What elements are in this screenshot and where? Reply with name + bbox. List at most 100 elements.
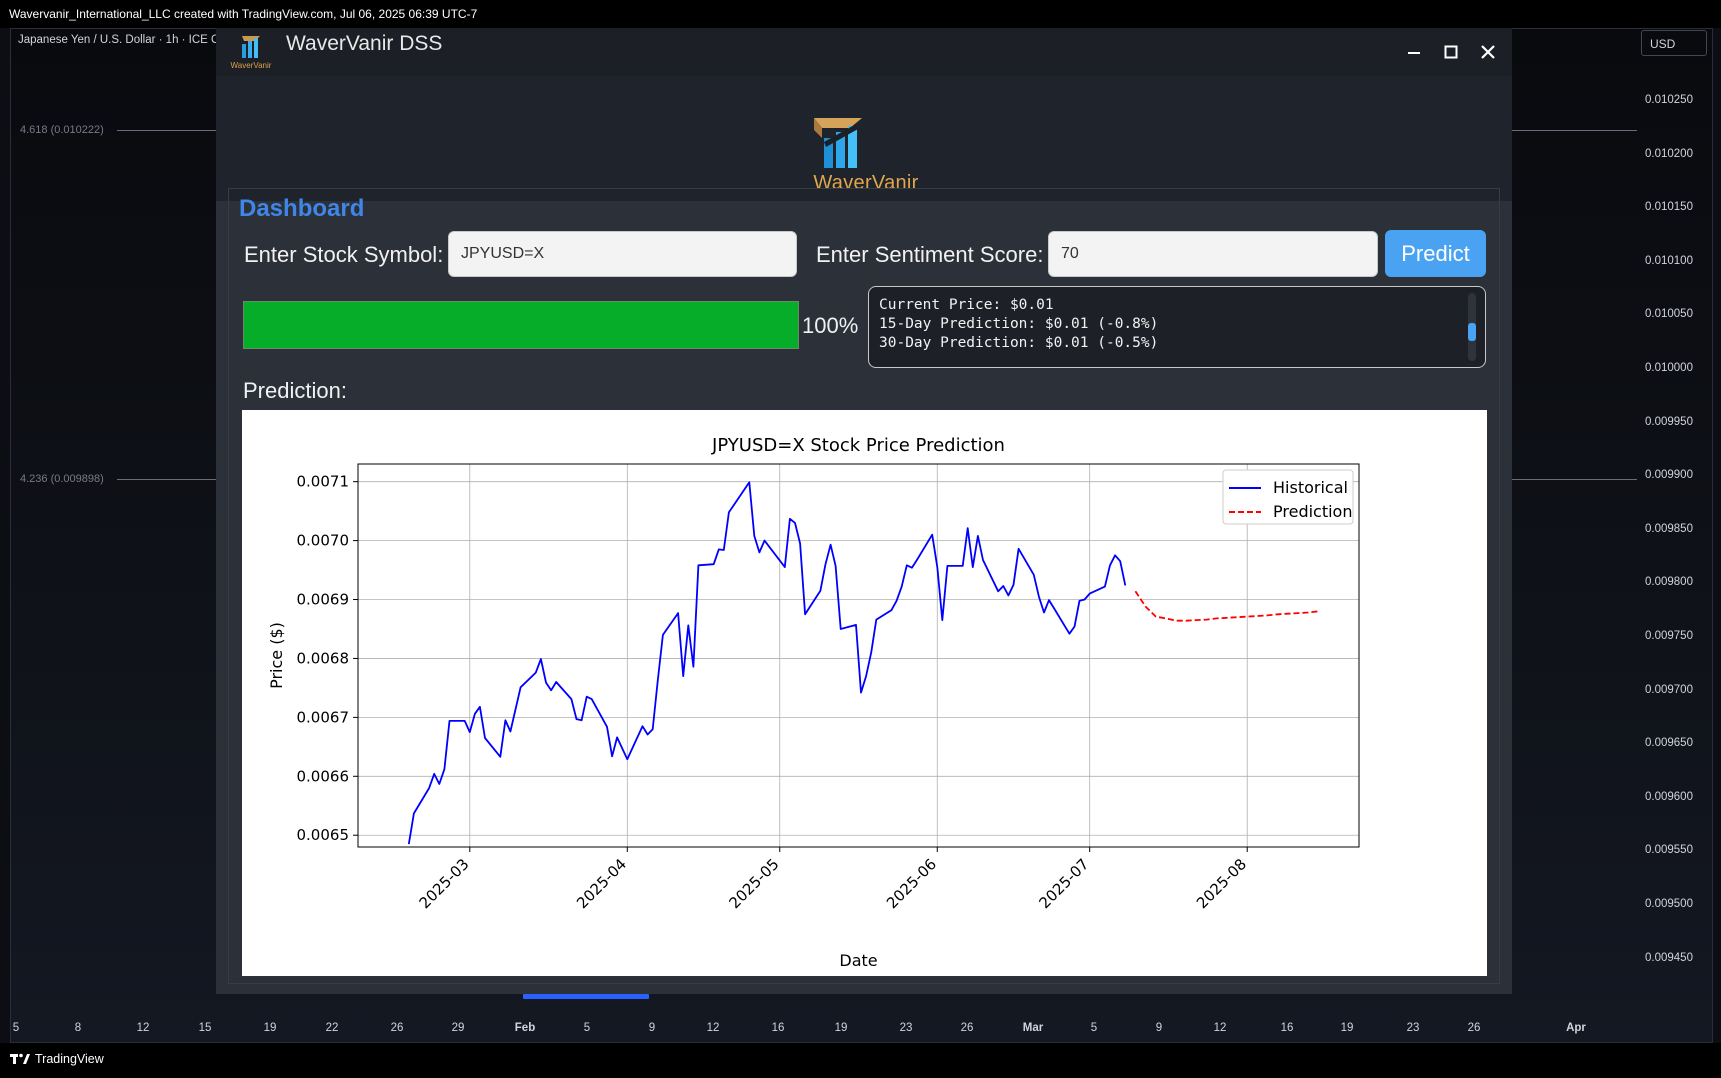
y-tick-label: 0.0068 bbox=[297, 649, 350, 667]
symbol-label: Enter Stock Symbol: bbox=[244, 242, 444, 267]
time-scroll-highlight[interactable] bbox=[523, 994, 649, 999]
time-axis-tick: 9 bbox=[1155, 1022, 1163, 1034]
price-axis-tick: 0.010150 bbox=[1645, 201, 1693, 214]
time-axis-tick: 12 bbox=[706, 1022, 720, 1034]
prediction-chart-svg: 2025-03 2025-04 2025-05 2025-06 2025-07 2025-… bbox=[267, 435, 1360, 970]
sentiment-input[interactable]: 70 bbox=[1048, 231, 1378, 277]
price-axis-tick: 0.009450 bbox=[1645, 951, 1693, 964]
y-tick-label: 0.0067 bbox=[297, 708, 350, 726]
time-axis-tick: 5 bbox=[583, 1022, 591, 1034]
time-axis-tick: 19 bbox=[1340, 1022, 1354, 1034]
close-icon bbox=[1481, 45, 1495, 59]
time-axis-tick: 16 bbox=[1280, 1022, 1294, 1034]
minimize-button[interactable] bbox=[1399, 37, 1429, 67]
sentiment-label: Enter Sentiment Score: bbox=[816, 242, 1044, 267]
price-axis-tick: 0.010000 bbox=[1645, 362, 1693, 374]
time-axis-tick: 8 bbox=[74, 1022, 82, 1034]
fib-level-label: 4.618 (0.010222) bbox=[20, 124, 104, 136]
y-tick-label: 0.0065 bbox=[297, 826, 350, 844]
price-axis-tick: 0.009750 bbox=[1645, 630, 1693, 642]
time-axis-tick: 12 bbox=[1213, 1022, 1227, 1034]
maximize-icon bbox=[1444, 45, 1458, 59]
y-tick-label: 0.0066 bbox=[297, 767, 350, 785]
time-axis-tick: 12 bbox=[136, 1022, 150, 1034]
time-axis-tick: 9 bbox=[648, 1022, 656, 1034]
app-header: WaverVanir bbox=[216, 76, 1512, 201]
tradingview-brand-text: TradingView bbox=[35, 1052, 104, 1066]
price-axis-tick: 0.010200 bbox=[1645, 147, 1693, 160]
x-tick-label: 2025-06 bbox=[883, 855, 940, 912]
time-axis-tick: 16 bbox=[771, 1022, 785, 1034]
price-axis-tick: 0.010250 bbox=[1645, 94, 1693, 106]
tradingview-caption: Wavervanir_International_LLC created wit… bbox=[0, 0, 1721, 28]
app-logo-icon: WaverVanir bbox=[231, 36, 272, 70]
fib-level-label: 4.236 (0.009898) bbox=[20, 473, 104, 485]
y-tick-label: 0.0071 bbox=[297, 473, 350, 491]
time-axis-tick: 23 bbox=[899, 1022, 913, 1034]
minimize-icon bbox=[1408, 52, 1420, 54]
progress-bar bbox=[243, 301, 799, 349]
time-axis-tick: 15 bbox=[198, 1022, 212, 1034]
price-axis-tick: 0.009650 bbox=[1645, 737, 1693, 750]
price-axis-tick: 0.010050 bbox=[1645, 308, 1693, 321]
tradingview-brand: TradingView bbox=[10, 1052, 104, 1066]
price-axis-tick: 0.009900 bbox=[1645, 469, 1693, 482]
tradingview-logo-icon bbox=[10, 1053, 30, 1064]
time-axis-tick: 22 bbox=[325, 1022, 339, 1034]
close-button[interactable] bbox=[1473, 37, 1503, 67]
x-tick-label: 2025-04 bbox=[573, 855, 630, 912]
price-axis-tick: 0.009550 bbox=[1645, 844, 1693, 857]
brand-logo-icon bbox=[814, 118, 862, 168]
prediction-chart: 2025-03 2025-04 2025-05 2025-06 2025-07 2025-… bbox=[242, 410, 1487, 976]
time-axis-tick: Feb bbox=[514, 1022, 536, 1034]
x-tick-label: 2025-07 bbox=[1035, 855, 1092, 912]
output-line-15-day: 15-Day Prediction: $0.01 (-0.8%) bbox=[879, 316, 1159, 332]
maximize-button[interactable] bbox=[1436, 37, 1466, 67]
y-tick-label: 0.0069 bbox=[297, 591, 350, 609]
currency-selector[interactable]: USD bbox=[1641, 30, 1707, 56]
legend-entry: Historical bbox=[1273, 478, 1348, 497]
price-axis-tick: 0.010100 bbox=[1645, 254, 1693, 267]
fib-level-line bbox=[117, 479, 217, 480]
y-tick-label: 0.0070 bbox=[297, 532, 350, 550]
legend-entry: Prediction bbox=[1273, 502, 1352, 521]
x-axis-label: Date bbox=[839, 951, 877, 970]
x-tick-label: 2025-08 bbox=[1193, 855, 1250, 912]
tradingview-footer bbox=[0, 1043, 1721, 1078]
progress-bar-fill bbox=[244, 302, 798, 348]
fib-level-line bbox=[117, 130, 217, 131]
time-axis-tick: 26 bbox=[960, 1022, 974, 1034]
price-axis-tick: 0.009500 bbox=[1645, 898, 1693, 910]
time-axis-tick: Mar bbox=[1022, 1022, 1044, 1034]
output-scrollbar[interactable] bbox=[1468, 293, 1476, 361]
time-axis-tick: 19 bbox=[834, 1022, 848, 1034]
x-tick-label: 2025-03 bbox=[416, 855, 473, 912]
fib-level-line bbox=[1512, 479, 1637, 480]
time-axis-tick: 29 bbox=[451, 1022, 465, 1034]
price-axis-tick: 0.009700 bbox=[1645, 683, 1693, 696]
price-axis-tick: 0.009800 bbox=[1645, 576, 1693, 589]
predict-button[interactable]: Predict bbox=[1385, 230, 1486, 277]
title-bar[interactable]: WaverVanir WaverVanir DSS bbox=[216, 28, 1512, 76]
fib-level-line bbox=[1512, 130, 1637, 131]
time-axis-tick: 23 bbox=[1406, 1022, 1420, 1034]
dashboard-title: Dashboard bbox=[239, 195, 365, 222]
time-axis-tick: Apr bbox=[1566, 1022, 1586, 1034]
progress-percent: 100% bbox=[802, 313, 859, 338]
prediction-output-box[interactable]: Current Price: $0.01 15-Day Prediction: … bbox=[868, 286, 1486, 368]
window-title: WaverVanir DSS bbox=[286, 32, 443, 55]
app-window: WaverVanir WaverVanir DSS WaverVanir Das… bbox=[216, 28, 1512, 994]
prediction-label: Prediction: bbox=[243, 378, 347, 403]
chart-title: JPYUSD=X Stock Price Prediction bbox=[711, 435, 1005, 456]
time-axis-tick: 26 bbox=[1467, 1022, 1481, 1034]
time-axis-tick: 5 bbox=[12, 1022, 20, 1034]
symbol-input[interactable]: JPYUSD=X bbox=[448, 231, 797, 277]
title-logo-text: WaverVanir bbox=[231, 61, 272, 70]
time-axis-tick: 19 bbox=[263, 1022, 277, 1034]
time-axis-tick: 26 bbox=[390, 1022, 404, 1034]
time-axis-tick: 5 bbox=[1090, 1022, 1098, 1034]
output-scrollbar-thumb[interactable] bbox=[1468, 323, 1476, 341]
output-line-current-price: Current Price: $0.01 bbox=[879, 297, 1054, 313]
price-axis-tick: 0.009600 bbox=[1645, 790, 1693, 803]
price-axis-tick: 0.009950 bbox=[1645, 415, 1693, 428]
